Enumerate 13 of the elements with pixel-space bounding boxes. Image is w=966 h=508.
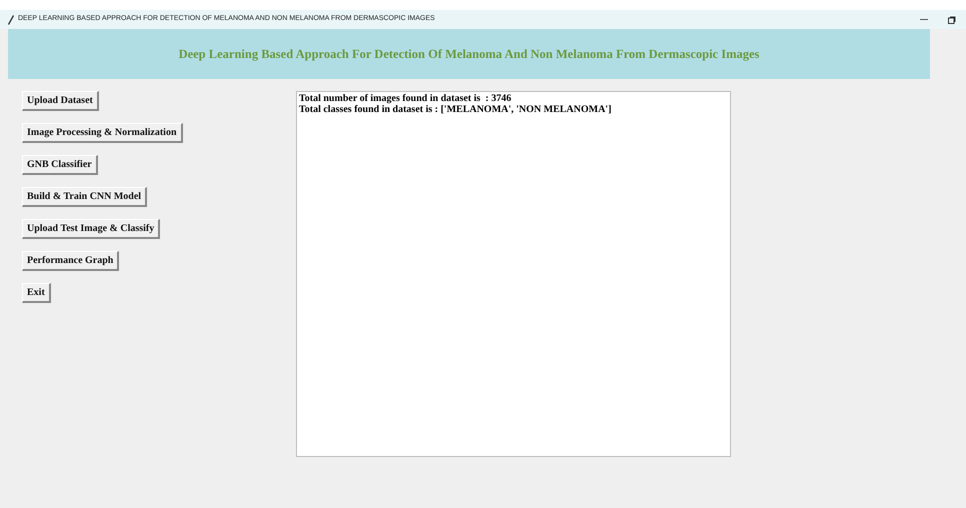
command-button[interactable]: Performance Graph bbox=[22, 251, 120, 271]
output-line: Total number of images found in dataset is : 3746 bbox=[299, 93, 512, 104]
command-button[interactable]: Exit bbox=[22, 283, 51, 303]
command-button[interactable]: Image Processing & Normalization bbox=[22, 123, 183, 143]
command-button[interactable]: Upload Dataset bbox=[22, 91, 99, 111]
header-title: Deep Learning Based Approach For Detection Of Melanoma And Non Melanoma From Dermascopic Images bbox=[178, 46, 760, 63]
command-button[interactable]: Build & Train CNN Model bbox=[22, 187, 148, 207]
output-line: Total classes found in dataset is : ['MELANOMA', 'NON MELANOMA'] bbox=[299, 104, 612, 115]
command-button[interactable]: Upload Test Image & Classify bbox=[22, 219, 160, 239]
restore-icon[interactable] bbox=[948, 16, 956, 24]
output-text-area[interactable]: Total number of images found in dataset is : 3746 Total classes found in dataset is : ['MELANOMA', 'NON MELANOMA'] bbox=[296, 91, 731, 457]
minimize-icon[interactable] bbox=[920, 18, 928, 20]
command-button[interactable]: GNB Classifier bbox=[22, 155, 98, 175]
